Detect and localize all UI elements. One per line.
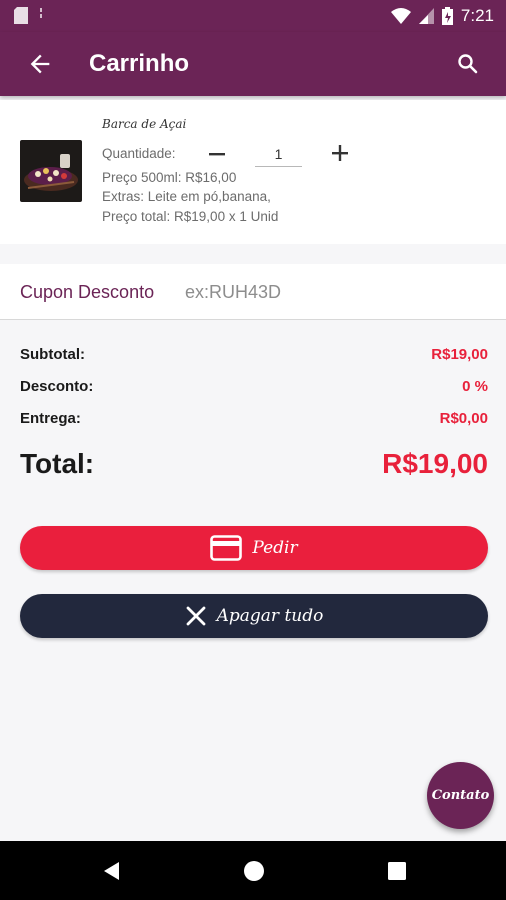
search-icon[interactable]: [456, 52, 480, 76]
signal-icon: [418, 8, 434, 24]
cart-item: Barca de Açai Quantidade: 1 Preço 500ml:…: [0, 100, 506, 244]
unit-price: Preço 500ml: R$16,00: [102, 170, 237, 185]
total-value: R$19,00: [382, 448, 488, 479]
battery-icon: [441, 7, 453, 25]
nav-home-icon[interactable]: [242, 859, 266, 883]
status-time: 7:21: [460, 6, 494, 25]
discount-row: Desconto: 0 %: [20, 378, 488, 395]
status-bar: 7:21: [0, 0, 506, 32]
sd-card-icon: [14, 7, 28, 24]
app-bar: Carrinho: [0, 32, 506, 96]
coupon-row: Cupon Desconto: [0, 264, 506, 320]
clear-all-button-label: Apagar tudo: [216, 606, 324, 626]
item-total-price: Preço total: R$19,00 x 1 Unid: [102, 209, 279, 224]
minus-icon[interactable]: [206, 144, 228, 164]
discount-label: Desconto:: [20, 378, 94, 395]
delivery-label: Entrega:: [20, 410, 81, 427]
contact-fab-label: Contato: [431, 788, 490, 803]
delivery-value: R$0,00: [439, 410, 488, 427]
contact-fab[interactable]: Contato: [427, 762, 494, 829]
order-button-label: Pedir: [252, 538, 298, 558]
product-image: [20, 140, 82, 202]
delivery-row: Entrega: R$0,00: [20, 410, 488, 427]
order-button[interactable]: Pedir: [20, 526, 488, 570]
discount-value: 0 %: [462, 378, 488, 395]
extras-text: Extras: Leite em pó,banana,: [102, 189, 271, 204]
wifi-icon: [390, 8, 411, 24]
notification-dots-icon: [40, 8, 42, 18]
total-row: Total: R$19,00: [20, 448, 488, 480]
subtotal-row: Subtotal: R$19,00: [20, 346, 488, 363]
product-name: Barca de Açai: [102, 117, 187, 131]
subtotal-label: Subtotal:: [20, 346, 85, 363]
coupon-input[interactable]: [185, 278, 465, 306]
system-nav-bar: [0, 841, 506, 900]
subtotal-value: R$19,00: [431, 346, 488, 363]
total-label: Total:: [20, 448, 95, 479]
back-arrow-icon[interactable]: [26, 50, 54, 78]
credit-card-icon: [210, 535, 243, 561]
clear-all-button[interactable]: Apagar tudo: [20, 594, 488, 638]
coupon-label: Cupon Desconto: [20, 282, 155, 302]
quantity-label: Quantidade:: [102, 146, 176, 161]
plus-icon[interactable]: [329, 142, 351, 164]
page-title: Carrinho: [89, 50, 190, 77]
nav-recents-icon[interactable]: [385, 859, 409, 883]
nav-back-icon[interactable]: [100, 859, 124, 883]
quantity-field[interactable]: 1: [255, 141, 302, 167]
close-icon: [186, 606, 206, 626]
